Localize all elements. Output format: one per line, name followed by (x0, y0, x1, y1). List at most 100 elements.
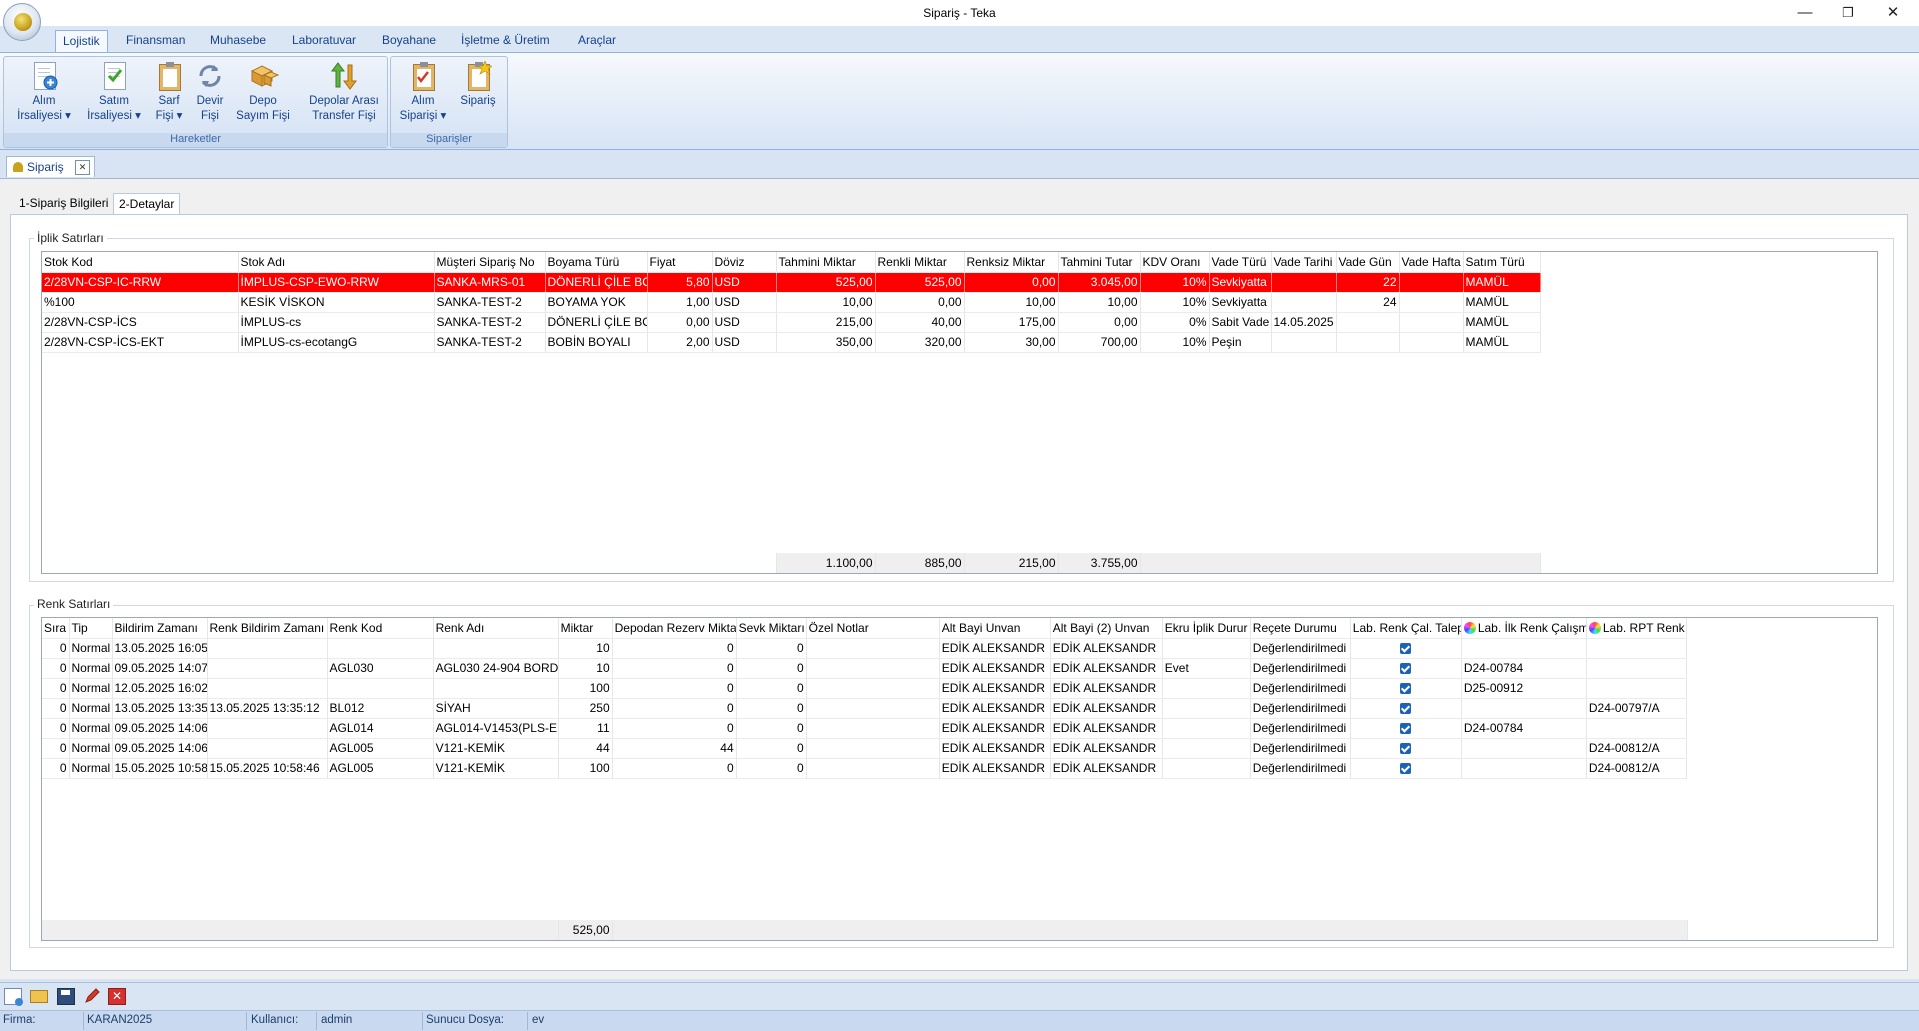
table-cell[interactable]: 0 (42, 758, 70, 779)
table-cell[interactable]: 10,00 (776, 292, 876, 313)
checked-checkbox-icon[interactable] (1400, 703, 1412, 715)
table-cell[interactable]: 3.045,00 (1058, 272, 1141, 293)
table-cell[interactable] (1461, 698, 1587, 719)
table-cell[interactable]: 0 (736, 738, 807, 759)
depolar-arasi-transfer-fisi-button[interactable]: Depolar Arası Transfer Fişi (302, 61, 386, 124)
table-cell[interactable] (1336, 332, 1400, 353)
table-cell[interactable] (1399, 332, 1464, 353)
table-cell[interactable] (1586, 638, 1688, 659)
column-header[interactable]: Stok Kod (42, 252, 239, 273)
table-cell[interactable]: DÖNERLİ ÇİLE BOY (545, 272, 648, 293)
table-cell[interactable]: EDİK ALEKSANDR (1050, 718, 1163, 739)
table-cell[interactable] (207, 738, 328, 759)
column-header[interactable]: Alt Bayi Unvan (939, 618, 1051, 639)
table-cell[interactable] (327, 638, 434, 659)
table-cell[interactable] (433, 678, 559, 699)
table-row[interactable]: 0Normal15.05.2025 10:58:415.05.2025 10:5… (42, 758, 1688, 779)
table-cell[interactable]: EDİK ALEKSANDR (939, 758, 1051, 779)
tab-siparis-bilgileri[interactable]: 1-Sipariş Bilgileri (14, 193, 113, 214)
column-header[interactable]: Tahmini Miktar (776, 252, 876, 273)
table-cell[interactable] (1162, 738, 1251, 759)
table-cell[interactable]: 0 (42, 718, 70, 739)
column-header[interactable]: KDV Oranı (1140, 252, 1210, 273)
table-cell[interactable]: D24-00797/A (1586, 698, 1688, 719)
table-cell[interactable]: %100 (42, 292, 239, 313)
table-cell[interactable]: V121-KEMİK (433, 738, 559, 759)
restore-button[interactable]: ❐ (1828, 2, 1868, 24)
table-cell[interactable]: Değerlendirilmedi (1250, 758, 1351, 779)
table-cell[interactable]: EDİK ALEKSANDR (1050, 658, 1163, 679)
table-cell[interactable] (207, 638, 328, 659)
table-cell[interactable]: 2/28VN-CSP-IC-RRW (42, 272, 239, 293)
table-cell[interactable]: 0 (736, 698, 807, 719)
table-cell[interactable]: 0 (736, 638, 807, 659)
table-cell[interactable] (1271, 292, 1337, 313)
column-header[interactable]: Lab. İlk Renk Çalışm (1461, 618, 1587, 639)
column-header[interactable]: Müşteri Sipariş No (434, 252, 546, 273)
table-cell[interactable]: BL012 (327, 698, 434, 719)
table-cell[interactable]: EDİK ALEKSANDR (939, 738, 1051, 759)
table-cell[interactable]: 0 (736, 658, 807, 679)
table-cell[interactable]: 525,00 (776, 272, 876, 293)
table-cell[interactable]: V121-KEMİK (433, 758, 559, 779)
table-cell[interactable]: 0,00 (1058, 312, 1141, 333)
table-cell[interactable]: AGL014 (327, 718, 434, 739)
table-cell[interactable]: 0,00 (964, 272, 1059, 293)
table-cell[interactable]: MAMÜL (1463, 332, 1541, 353)
minimize-button[interactable]: — (1785, 2, 1825, 24)
table-cell[interactable] (1461, 638, 1587, 659)
table-row[interactable]: 0Normal09.05.2025 14:06:0AGL014AGL014-V1… (42, 718, 1688, 739)
table-cell[interactable]: 0 (736, 718, 807, 739)
table-cell[interactable]: Sevkiyatta (1209, 272, 1272, 293)
table-cell[interactable]: 0 (612, 718, 737, 739)
table-cell[interactable] (806, 638, 940, 659)
table-cell[interactable]: EDİK ALEKSANDR (1050, 698, 1163, 719)
checked-checkbox-icon[interactable] (1400, 683, 1412, 695)
table-cell[interactable]: USD (712, 272, 777, 293)
column-header[interactable]: Bildirim Zamanı (112, 618, 208, 639)
table-cell[interactable]: USD (712, 332, 777, 353)
table-cell[interactable] (1162, 758, 1251, 779)
table-cell[interactable]: 11 (558, 718, 613, 739)
table-cell[interactable]: Sevkiyatta (1209, 292, 1272, 313)
column-header[interactable]: Tahmini Tutar (1058, 252, 1141, 273)
column-header[interactable]: Vade Tarihi (1271, 252, 1337, 273)
table-cell[interactable]: 700,00 (1058, 332, 1141, 353)
table-row[interactable]: 2/28VN-CSP-IC-RRW İMPLUS-CSP-EWO-RRW SANKA… (42, 272, 1541, 293)
table-cell[interactable]: AGL005 (327, 758, 434, 779)
table-cell[interactable]: 40,00 (875, 312, 965, 333)
table-cell[interactable]: 100 (558, 758, 613, 779)
table-cell[interactable]: SANKA-MRS-01 (434, 272, 546, 293)
table-cell[interactable]: AGL014-V1453(PLS-EN (433, 718, 559, 739)
table-cell[interactable]: MAMÜL (1463, 292, 1541, 313)
table-cell[interactable] (1350, 638, 1462, 659)
table-cell[interactable]: 22 (1336, 272, 1400, 293)
satim-irsaliyesi-button[interactable]: Satım İrsaliyesi ▾ (80, 61, 148, 124)
document-tab-siparis[interactable]: Sipariş ✕ (6, 156, 96, 177)
ribbon-tab-isletme-uretim[interactable]: İşletme & Üretim (454, 30, 557, 52)
table-cell[interactable] (1162, 698, 1251, 719)
table-cell[interactable]: 0 (612, 678, 737, 699)
table-cell[interactable]: 5,80 (647, 272, 713, 293)
table-cell[interactable] (806, 718, 940, 739)
checked-checkbox-icon[interactable] (1400, 763, 1412, 775)
devir-fisi-button[interactable]: Devir Fişi (190, 61, 230, 124)
table-cell[interactable]: 0 (42, 698, 70, 719)
table-cell[interactable]: 0,00 (647, 312, 713, 333)
table-cell[interactable]: Değerlendirilmedi (1250, 658, 1351, 679)
table-cell[interactable]: AGL005 (327, 738, 434, 759)
table-cell[interactable]: Sabit Vade (1209, 312, 1272, 333)
table-cell[interactable]: EDİK ALEKSANDR (1050, 738, 1163, 759)
checked-checkbox-icon[interactable] (1400, 743, 1412, 755)
table-cell[interactable]: 09.05.2025 14:06:0 (112, 718, 208, 739)
table-cell[interactable] (806, 738, 940, 759)
table-cell[interactable]: MAMÜL (1463, 312, 1541, 333)
table-cell[interactable]: EDİK ALEKSANDR (939, 698, 1051, 719)
table-cell[interactable]: Normal (69, 698, 113, 719)
column-header[interactable]: Fiyat (647, 252, 713, 273)
delete-icon[interactable]: ✕ (108, 988, 126, 1005)
table-cell[interactable]: 09.05.2025 14:07:0 (112, 658, 208, 679)
table-cell[interactable]: İMPLUS-CSP-EWO-RRW (238, 272, 435, 293)
table-cell[interactable]: KESİK VİSKON (238, 292, 435, 313)
table-cell[interactable]: EDİK ALEKSANDR (939, 658, 1051, 679)
